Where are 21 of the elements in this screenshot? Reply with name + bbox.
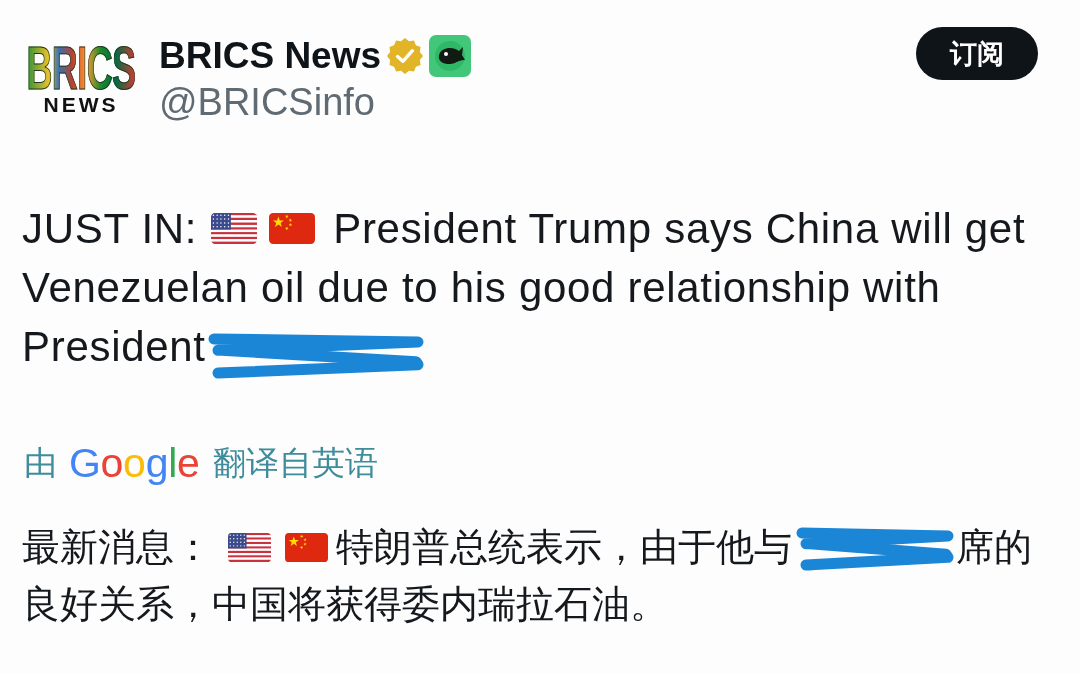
account-handle: @BRICSinfo bbox=[159, 80, 376, 125]
post-text: President bbox=[22, 322, 206, 371]
logo-wordmark: BRICS bbox=[26, 44, 136, 92]
us-flag-icon bbox=[211, 213, 258, 244]
account-name: BRICS News bbox=[159, 34, 382, 78]
translation-prefix: 由 bbox=[24, 441, 57, 484]
translation-text: 席的 bbox=[956, 524, 1032, 571]
china-flag-icon bbox=[285, 533, 328, 562]
translation-text: 良好关系，中国将获得委内瑞拉石油。 bbox=[22, 581, 668, 628]
translation-text: 特朗普总统表示，由于他与 bbox=[336, 524, 792, 571]
china-flag-icon bbox=[269, 213, 316, 244]
google-wordmark: Google bbox=[69, 439, 200, 487]
translation-label: 最新消息： bbox=[22, 524, 212, 571]
logo-subtitle: NEWS bbox=[43, 94, 119, 116]
us-flag-icon bbox=[228, 533, 271, 562]
post-text: President Trump says China will get bbox=[333, 204, 1026, 253]
fish-icon bbox=[429, 35, 472, 77]
translation-source: 翻译自英语 bbox=[213, 441, 379, 484]
subscribe-button[interactable]: 订阅 bbox=[916, 27, 1038, 80]
post-label: JUST IN: bbox=[22, 204, 198, 253]
post-text: Venezuelan oil due to his good relationship with bbox=[22, 263, 941, 312]
